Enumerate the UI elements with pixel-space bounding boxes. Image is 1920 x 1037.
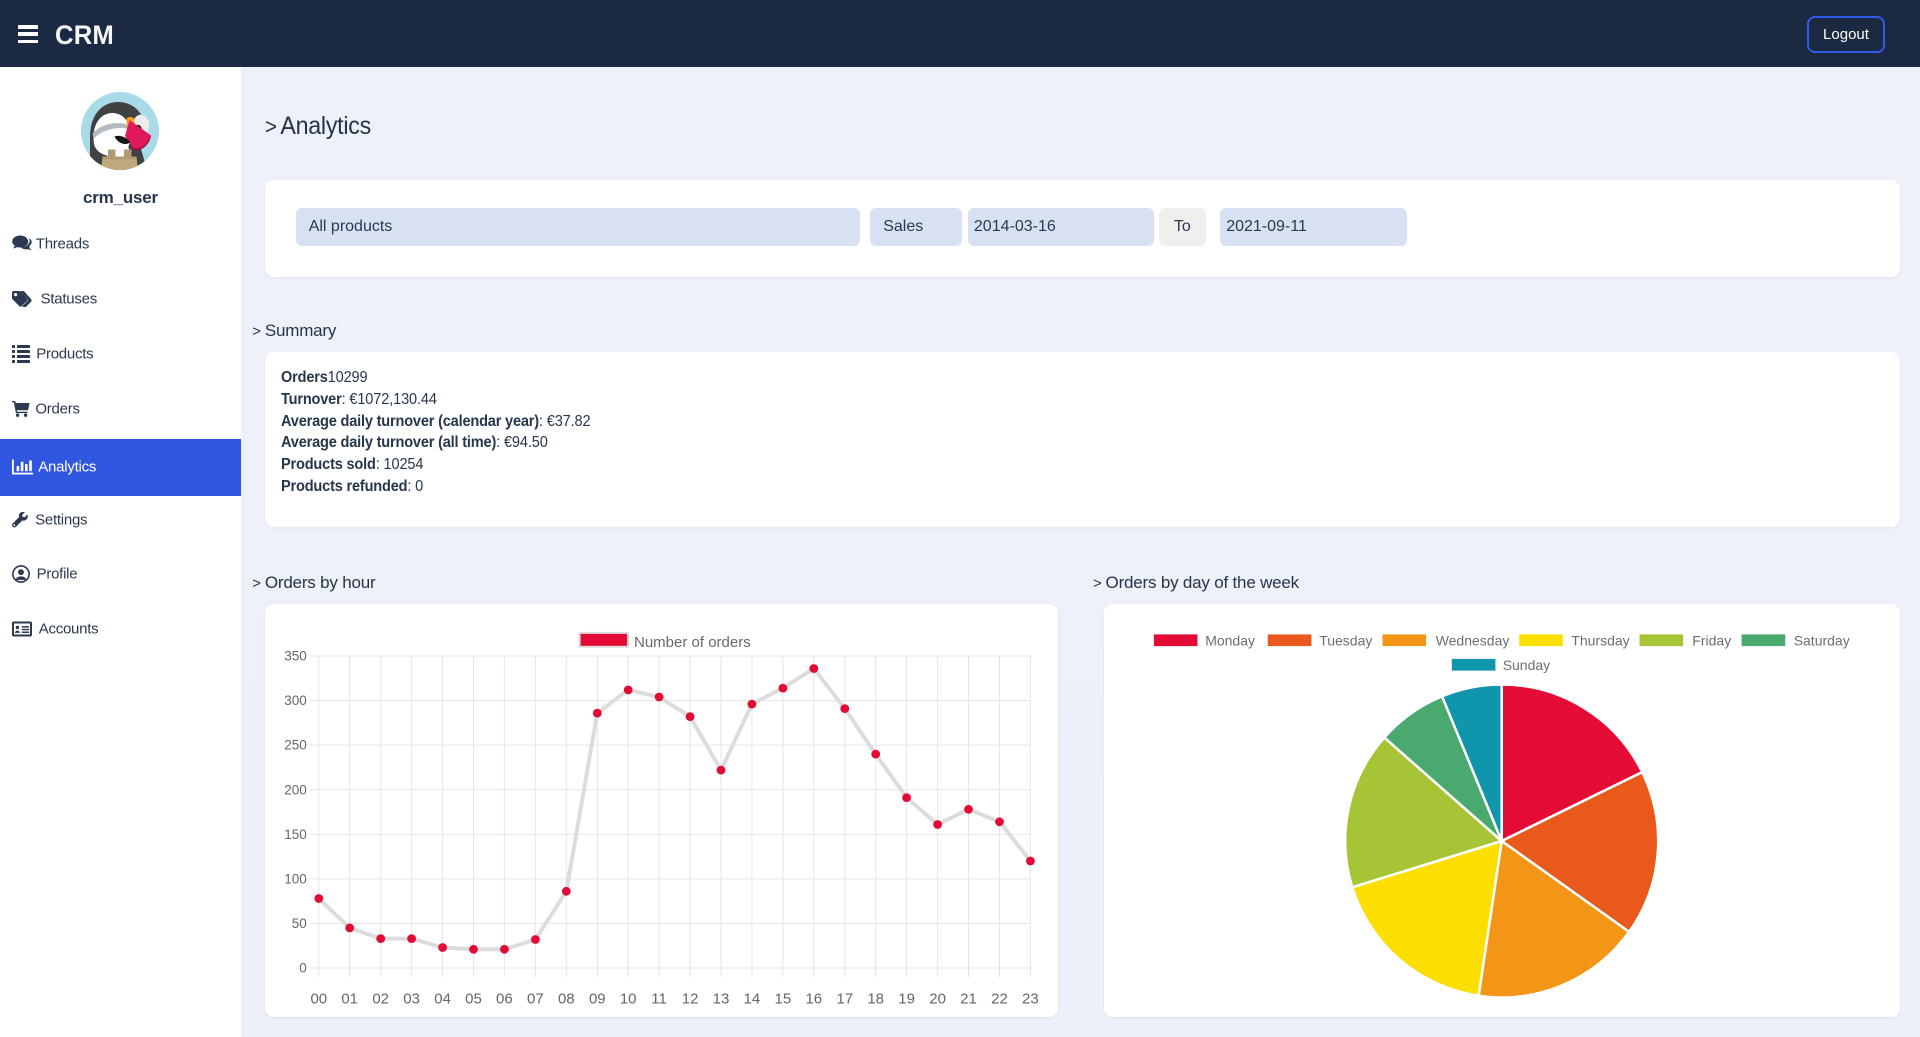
svg-text:Monday: Monday bbox=[1205, 632, 1255, 648]
svg-text:03: 03 bbox=[403, 990, 420, 1007]
svg-text:06: 06 bbox=[496, 990, 513, 1007]
svg-text:200: 200 bbox=[284, 782, 307, 797]
svg-text:11: 11 bbox=[651, 990, 667, 1007]
svg-text:01: 01 bbox=[341, 990, 358, 1007]
svg-text:50: 50 bbox=[292, 916, 307, 931]
svg-text:22: 22 bbox=[991, 990, 1008, 1007]
svg-text:05: 05 bbox=[465, 990, 482, 1007]
svg-text:16: 16 bbox=[805, 990, 822, 1007]
svg-text:350: 350 bbox=[284, 648, 307, 663]
svg-text:04: 04 bbox=[434, 990, 451, 1007]
svg-text:Tuesday: Tuesday bbox=[1319, 632, 1372, 648]
svg-text:Sunday: Sunday bbox=[1503, 656, 1550, 672]
svg-text:02: 02 bbox=[372, 990, 389, 1007]
svg-text:18: 18 bbox=[867, 990, 884, 1007]
svg-text:Wednesday: Wednesday bbox=[1436, 632, 1510, 648]
svg-text:19: 19 bbox=[898, 990, 915, 1007]
svg-text:09: 09 bbox=[589, 990, 606, 1007]
svg-text:17: 17 bbox=[836, 990, 853, 1007]
svg-text:Friday: Friday bbox=[1693, 632, 1732, 648]
svg-text:12: 12 bbox=[682, 990, 699, 1007]
svg-text:150: 150 bbox=[284, 826, 307, 841]
svg-text:0: 0 bbox=[299, 960, 307, 975]
svg-text:250: 250 bbox=[284, 737, 307, 752]
svg-text:300: 300 bbox=[284, 693, 307, 708]
svg-text:00: 00 bbox=[310, 990, 327, 1007]
svg-text:Number of orders: Number of orders bbox=[634, 633, 751, 650]
svg-text:21: 21 bbox=[960, 990, 977, 1007]
svg-text:08: 08 bbox=[558, 990, 575, 1007]
svg-text:23: 23 bbox=[1022, 990, 1039, 1007]
svg-text:100: 100 bbox=[284, 871, 307, 886]
svg-text:14: 14 bbox=[743, 990, 760, 1007]
svg-text:13: 13 bbox=[712, 990, 729, 1007]
svg-text:07: 07 bbox=[527, 990, 544, 1007]
svg-text:10: 10 bbox=[620, 990, 637, 1007]
svg-text:Thursday: Thursday bbox=[1572, 632, 1630, 648]
svg-text:20: 20 bbox=[929, 990, 946, 1007]
svg-text:Saturday: Saturday bbox=[1794, 632, 1850, 648]
svg-text:15: 15 bbox=[774, 990, 791, 1007]
